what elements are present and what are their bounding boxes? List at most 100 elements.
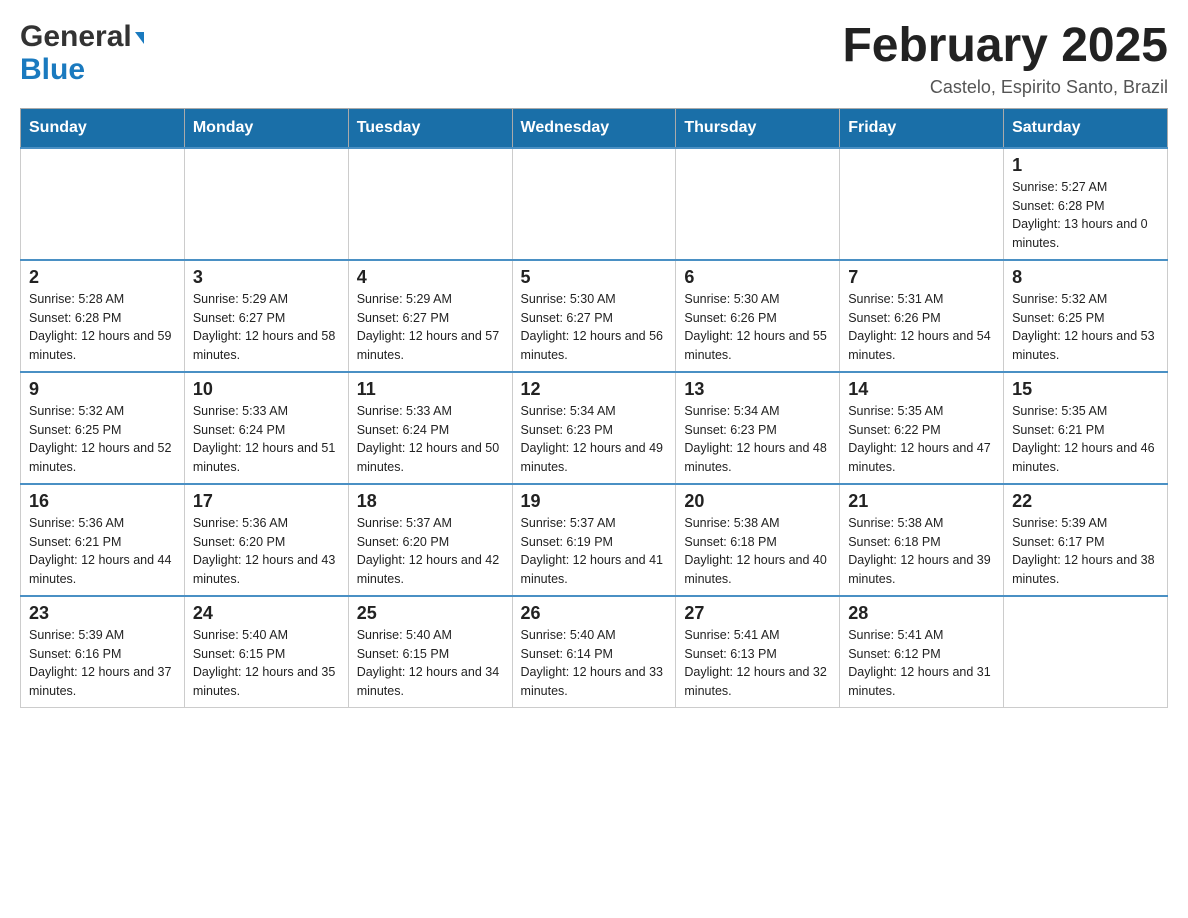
day-info: Sunrise: 5:40 AM Sunset: 6:14 PM Dayligh… (521, 626, 668, 701)
day-number: 26 (521, 603, 668, 624)
page-header: General Blue February 2025 Castelo, Espi… (20, 20, 1168, 98)
day-number: 7 (848, 267, 995, 288)
day-number: 14 (848, 379, 995, 400)
day-cell: 23Sunrise: 5:39 AM Sunset: 6:16 PM Dayli… (21, 596, 185, 708)
day-cell: 10Sunrise: 5:33 AM Sunset: 6:24 PM Dayli… (184, 372, 348, 484)
day-cell: 24Sunrise: 5:40 AM Sunset: 6:15 PM Dayli… (184, 596, 348, 708)
day-cell: 8Sunrise: 5:32 AM Sunset: 6:25 PM Daylig… (1004, 260, 1168, 372)
day-info: Sunrise: 5:28 AM Sunset: 6:28 PM Dayligh… (29, 290, 176, 365)
day-info: Sunrise: 5:29 AM Sunset: 6:27 PM Dayligh… (357, 290, 504, 365)
day-number: 4 (357, 267, 504, 288)
day-info: Sunrise: 5:33 AM Sunset: 6:24 PM Dayligh… (357, 402, 504, 477)
day-cell: 20Sunrise: 5:38 AM Sunset: 6:18 PM Dayli… (676, 484, 840, 596)
header-saturday: Saturday (1004, 108, 1168, 148)
day-info: Sunrise: 5:35 AM Sunset: 6:21 PM Dayligh… (1012, 402, 1159, 477)
logo: General Blue (20, 20, 144, 86)
header-wednesday: Wednesday (512, 108, 676, 148)
day-cell (21, 148, 185, 260)
header-sunday: Sunday (21, 108, 185, 148)
day-cell: 5Sunrise: 5:30 AM Sunset: 6:27 PM Daylig… (512, 260, 676, 372)
day-number: 11 (357, 379, 504, 400)
day-cell: 17Sunrise: 5:36 AM Sunset: 6:20 PM Dayli… (184, 484, 348, 596)
week-row-5: 23Sunrise: 5:39 AM Sunset: 6:16 PM Dayli… (21, 596, 1168, 708)
day-info: Sunrise: 5:39 AM Sunset: 6:17 PM Dayligh… (1012, 514, 1159, 589)
day-info: Sunrise: 5:40 AM Sunset: 6:15 PM Dayligh… (357, 626, 504, 701)
day-number: 5 (521, 267, 668, 288)
day-number: 25 (357, 603, 504, 624)
day-number: 6 (684, 267, 831, 288)
day-info: Sunrise: 5:31 AM Sunset: 6:26 PM Dayligh… (848, 290, 995, 365)
day-info: Sunrise: 5:41 AM Sunset: 6:12 PM Dayligh… (848, 626, 995, 701)
day-cell: 19Sunrise: 5:37 AM Sunset: 6:19 PM Dayli… (512, 484, 676, 596)
day-cell: 26Sunrise: 5:40 AM Sunset: 6:14 PM Dayli… (512, 596, 676, 708)
day-info: Sunrise: 5:34 AM Sunset: 6:23 PM Dayligh… (521, 402, 668, 477)
day-info: Sunrise: 5:27 AM Sunset: 6:28 PM Dayligh… (1012, 178, 1159, 253)
day-info: Sunrise: 5:35 AM Sunset: 6:22 PM Dayligh… (848, 402, 995, 477)
day-cell: 25Sunrise: 5:40 AM Sunset: 6:15 PM Dayli… (348, 596, 512, 708)
day-cell: 3Sunrise: 5:29 AM Sunset: 6:27 PM Daylig… (184, 260, 348, 372)
week-row-1: 1Sunrise: 5:27 AM Sunset: 6:28 PM Daylig… (21, 148, 1168, 260)
day-info: Sunrise: 5:33 AM Sunset: 6:24 PM Dayligh… (193, 402, 340, 477)
day-number: 13 (684, 379, 831, 400)
logo-blue: Blue (20, 53, 85, 86)
day-info: Sunrise: 5:38 AM Sunset: 6:18 PM Dayligh… (684, 514, 831, 589)
day-number: 12 (521, 379, 668, 400)
day-info: Sunrise: 5:38 AM Sunset: 6:18 PM Dayligh… (848, 514, 995, 589)
day-info: Sunrise: 5:40 AM Sunset: 6:15 PM Dayligh… (193, 626, 340, 701)
day-cell: 4Sunrise: 5:29 AM Sunset: 6:27 PM Daylig… (348, 260, 512, 372)
week-row-3: 9Sunrise: 5:32 AM Sunset: 6:25 PM Daylig… (21, 372, 1168, 484)
logo-general: General (20, 20, 132, 53)
title-section: February 2025 Castelo, Espirito Santo, B… (842, 20, 1168, 98)
day-number: 23 (29, 603, 176, 624)
day-cell: 11Sunrise: 5:33 AM Sunset: 6:24 PM Dayli… (348, 372, 512, 484)
day-cell (840, 148, 1004, 260)
day-info: Sunrise: 5:32 AM Sunset: 6:25 PM Dayligh… (29, 402, 176, 477)
day-info: Sunrise: 5:37 AM Sunset: 6:20 PM Dayligh… (357, 514, 504, 589)
day-number: 20 (684, 491, 831, 512)
day-cell: 28Sunrise: 5:41 AM Sunset: 6:12 PM Dayli… (840, 596, 1004, 708)
day-number: 2 (29, 267, 176, 288)
day-info: Sunrise: 5:30 AM Sunset: 6:26 PM Dayligh… (684, 290, 831, 365)
day-cell: 12Sunrise: 5:34 AM Sunset: 6:23 PM Dayli… (512, 372, 676, 484)
day-info: Sunrise: 5:36 AM Sunset: 6:20 PM Dayligh… (193, 514, 340, 589)
day-number: 24 (193, 603, 340, 624)
day-number: 18 (357, 491, 504, 512)
day-cell: 13Sunrise: 5:34 AM Sunset: 6:23 PM Dayli… (676, 372, 840, 484)
day-number: 9 (29, 379, 176, 400)
day-number: 3 (193, 267, 340, 288)
day-cell (348, 148, 512, 260)
day-number: 21 (848, 491, 995, 512)
day-info: Sunrise: 5:34 AM Sunset: 6:23 PM Dayligh… (684, 402, 831, 477)
day-cell: 15Sunrise: 5:35 AM Sunset: 6:21 PM Dayli… (1004, 372, 1168, 484)
day-info: Sunrise: 5:30 AM Sunset: 6:27 PM Dayligh… (521, 290, 668, 365)
logo-triangle-icon (135, 32, 144, 44)
day-cell: 2Sunrise: 5:28 AM Sunset: 6:28 PM Daylig… (21, 260, 185, 372)
location: Castelo, Espirito Santo, Brazil (842, 77, 1168, 98)
week-row-4: 16Sunrise: 5:36 AM Sunset: 6:21 PM Dayli… (21, 484, 1168, 596)
header-tuesday: Tuesday (348, 108, 512, 148)
day-info: Sunrise: 5:41 AM Sunset: 6:13 PM Dayligh… (684, 626, 831, 701)
day-cell: 7Sunrise: 5:31 AM Sunset: 6:26 PM Daylig… (840, 260, 1004, 372)
day-cell (676, 148, 840, 260)
day-info: Sunrise: 5:29 AM Sunset: 6:27 PM Dayligh… (193, 290, 340, 365)
header-friday: Friday (840, 108, 1004, 148)
day-cell: 9Sunrise: 5:32 AM Sunset: 6:25 PM Daylig… (21, 372, 185, 484)
day-info: Sunrise: 5:39 AM Sunset: 6:16 PM Dayligh… (29, 626, 176, 701)
day-number: 22 (1012, 491, 1159, 512)
day-info: Sunrise: 5:37 AM Sunset: 6:19 PM Dayligh… (521, 514, 668, 589)
day-info: Sunrise: 5:32 AM Sunset: 6:25 PM Dayligh… (1012, 290, 1159, 365)
week-row-2: 2Sunrise: 5:28 AM Sunset: 6:28 PM Daylig… (21, 260, 1168, 372)
day-cell: 1Sunrise: 5:27 AM Sunset: 6:28 PM Daylig… (1004, 148, 1168, 260)
day-number: 8 (1012, 267, 1159, 288)
day-cell: 27Sunrise: 5:41 AM Sunset: 6:13 PM Dayli… (676, 596, 840, 708)
day-number: 27 (684, 603, 831, 624)
month-title: February 2025 (842, 20, 1168, 73)
day-cell (184, 148, 348, 260)
day-number: 15 (1012, 379, 1159, 400)
day-info: Sunrise: 5:36 AM Sunset: 6:21 PM Dayligh… (29, 514, 176, 589)
day-cell: 21Sunrise: 5:38 AM Sunset: 6:18 PM Dayli… (840, 484, 1004, 596)
day-cell: 18Sunrise: 5:37 AM Sunset: 6:20 PM Dayli… (348, 484, 512, 596)
calendar: SundayMondayTuesdayWednesdayThursdayFrid… (20, 108, 1168, 708)
day-cell (1004, 596, 1168, 708)
day-number: 17 (193, 491, 340, 512)
